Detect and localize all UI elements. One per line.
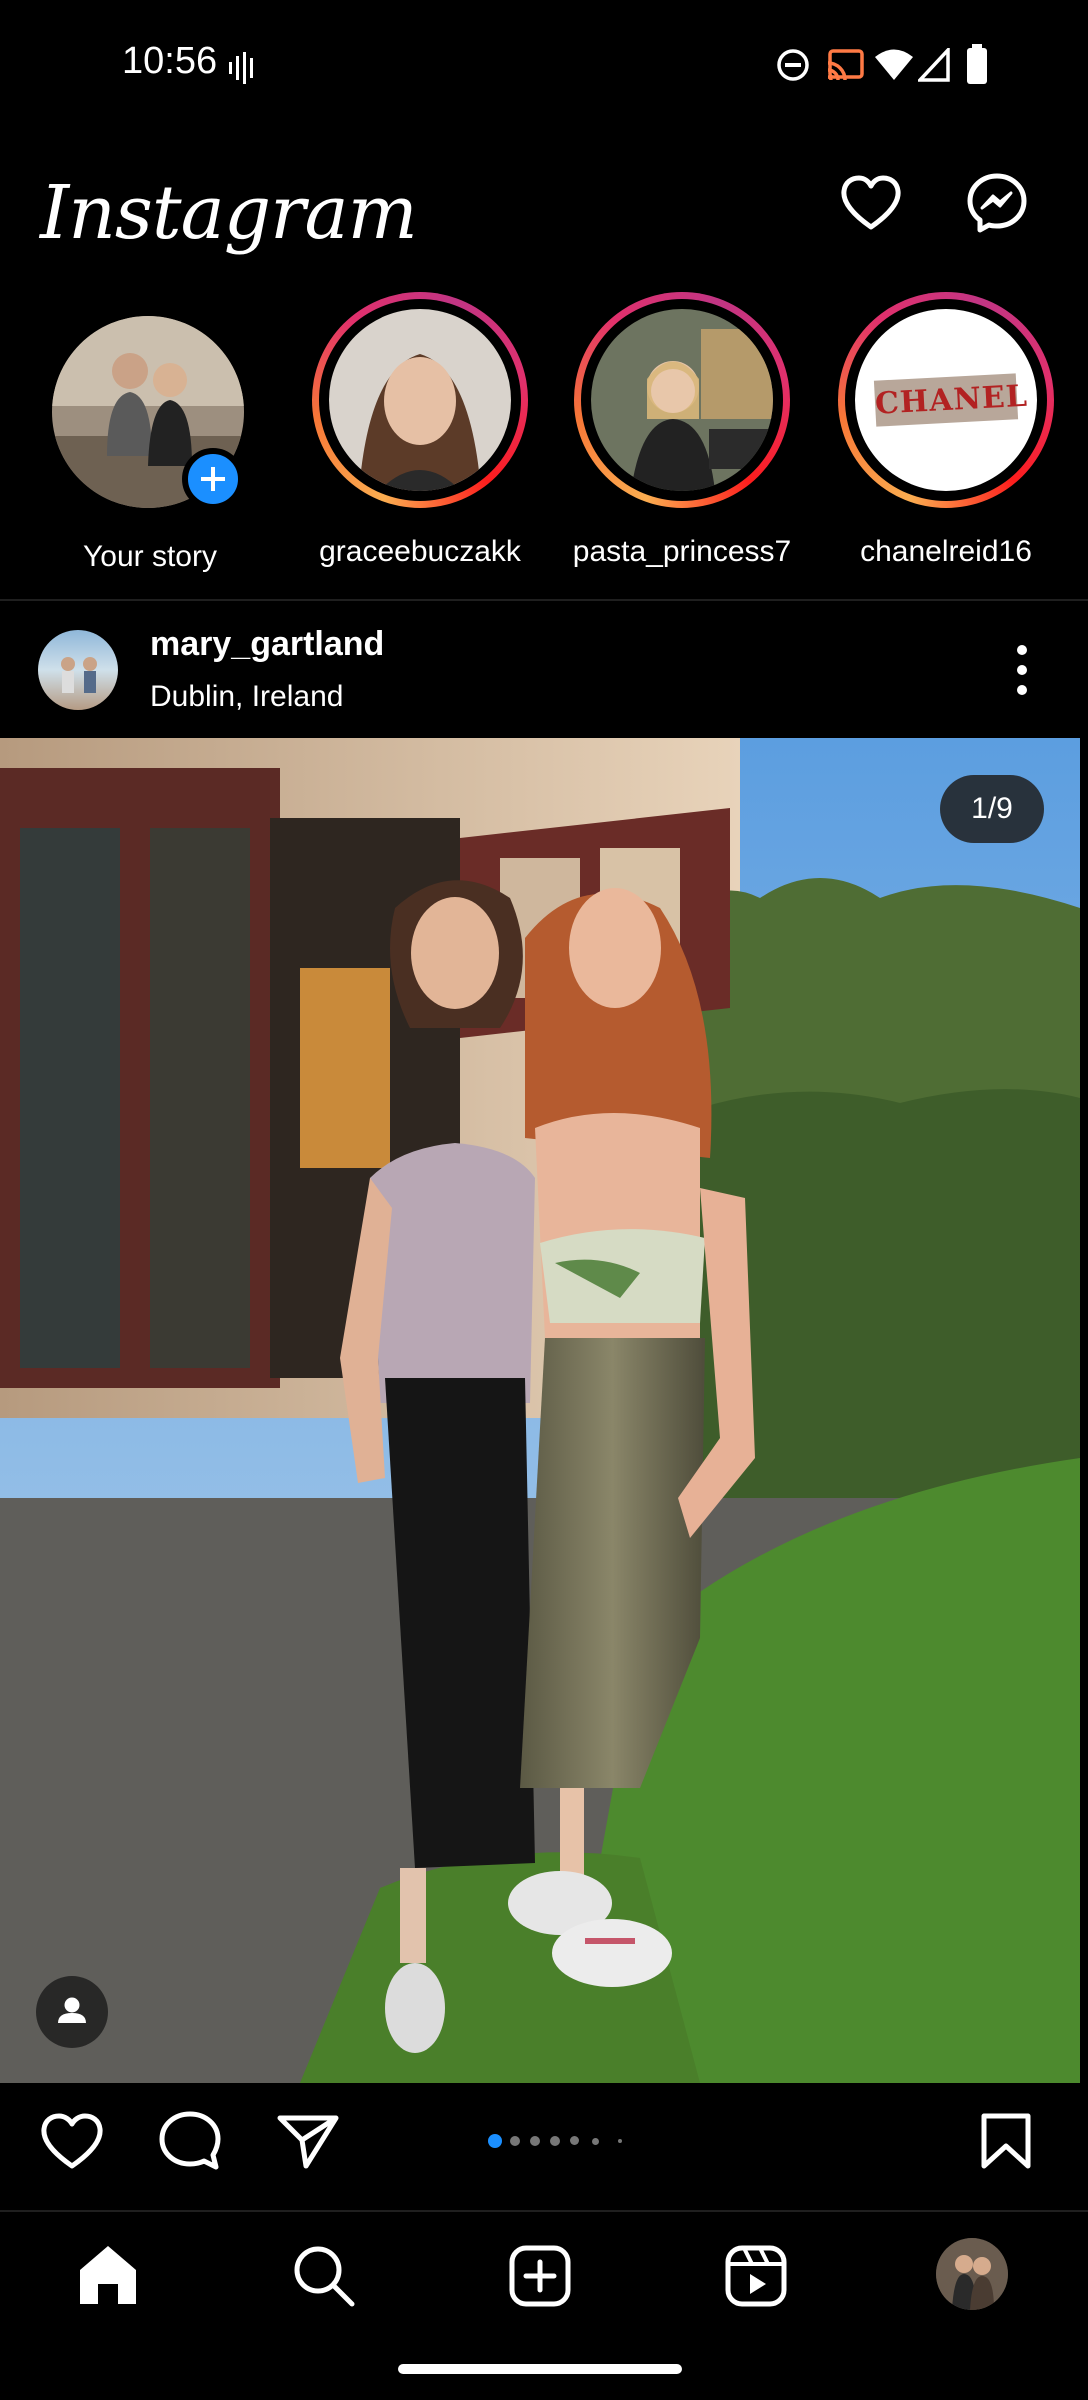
gesture-bar[interactable] bbox=[398, 2364, 682, 2374]
post-author-avatar[interactable] bbox=[38, 630, 118, 710]
wifi-icon bbox=[875, 49, 913, 80]
story-chanelreid16[interactable]: CHANEL chanelreid16 bbox=[826, 290, 1066, 580]
carousel-dot bbox=[618, 2139, 622, 2143]
add-story-button[interactable] bbox=[182, 448, 244, 510]
chanel-logo-text: CHANEL bbox=[874, 378, 1029, 422]
signal-icon bbox=[918, 48, 950, 82]
story-pasta-princess7[interactable]: pasta_princess7 bbox=[562, 290, 802, 580]
story-avatar bbox=[329, 309, 511, 491]
story-your-story[interactable]: Your story bbox=[30, 290, 270, 580]
story-avatar: CHANEL bbox=[855, 309, 1037, 491]
bookmark-icon[interactable] bbox=[978, 2112, 1034, 2170]
divider bbox=[0, 599, 1088, 601]
sound-wave-icon bbox=[229, 52, 253, 84]
cast-icon bbox=[827, 49, 864, 81]
story-graceebuczakk[interactable]: graceebuczakk bbox=[300, 290, 540, 580]
person-icon bbox=[58, 1997, 86, 2023]
story-ring bbox=[312, 292, 528, 508]
home-icon[interactable] bbox=[76, 2244, 140, 2306]
carousel-dot-active bbox=[488, 2134, 502, 2148]
status-time: 10:56 bbox=[122, 40, 218, 82]
story-ring bbox=[574, 292, 790, 508]
carousel-dot bbox=[510, 2136, 520, 2146]
story-ring: CHANEL bbox=[838, 292, 1054, 508]
carousel-dot bbox=[530, 2136, 540, 2146]
tagged-people-button[interactable] bbox=[36, 1976, 108, 2048]
carousel-counter: 1/9 bbox=[940, 775, 1044, 843]
carousel-dot bbox=[592, 2138, 599, 2145]
status-bar: 10:56 bbox=[0, 0, 1088, 130]
story-name: chanelreid16 bbox=[860, 535, 1032, 568]
more-options-icon[interactable] bbox=[1010, 644, 1034, 696]
battery-icon bbox=[967, 44, 987, 84]
search-icon[interactable] bbox=[292, 2244, 356, 2308]
share-icon[interactable] bbox=[276, 2112, 340, 2170]
profile-avatar[interactable] bbox=[936, 2238, 1008, 2310]
messenger-icon[interactable] bbox=[966, 172, 1028, 234]
post-location[interactable]: Dublin, Ireland bbox=[150, 680, 343, 714]
story-name: pasta_princess7 bbox=[572, 535, 792, 568]
carousel-dot bbox=[570, 2136, 579, 2145]
activity-heart-icon[interactable] bbox=[840, 175, 902, 231]
story-name: graceebuczakk bbox=[319, 535, 521, 568]
reels-icon[interactable] bbox=[724, 2244, 788, 2308]
create-icon[interactable] bbox=[508, 2244, 572, 2308]
like-icon[interactable] bbox=[40, 2112, 104, 2170]
divider bbox=[0, 2210, 1088, 2212]
instagram-logo[interactable]: Instagram bbox=[40, 170, 418, 256]
comment-icon[interactable] bbox=[158, 2110, 222, 2172]
post-photo[interactable] bbox=[0, 738, 1080, 2083]
carousel-dot bbox=[550, 2136, 560, 2146]
do-not-disturb-icon bbox=[777, 49, 809, 81]
story-avatar bbox=[591, 309, 773, 491]
story-name: Your story bbox=[83, 540, 217, 573]
post-username[interactable]: mary_gartland bbox=[150, 625, 384, 664]
